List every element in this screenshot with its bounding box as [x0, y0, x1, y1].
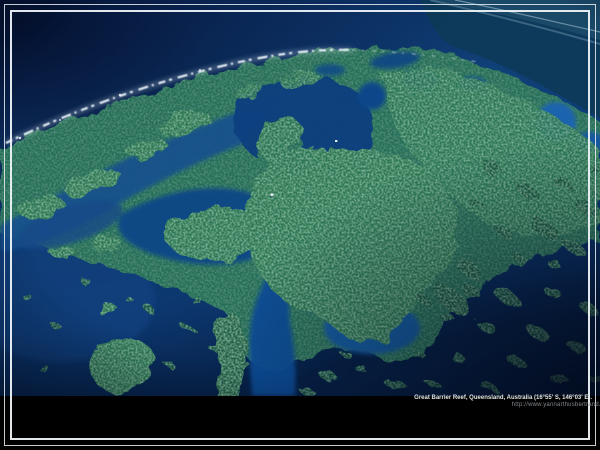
reef-photo-canvas: [0, 0, 600, 396]
photo-caption: Great Barrier Reef, Queensland, Australi…: [414, 394, 592, 409]
caption-location: Great Barrier Reef, Queensland, Australi…: [414, 394, 592, 402]
reef-photo: [0, 0, 600, 396]
wallpaper: Great Barrier Reef, Queensland, Australi…: [0, 0, 600, 450]
caption-url: http://www.yannarthusbertrand.org: [414, 402, 600, 409]
vignette: [0, 0, 600, 396]
